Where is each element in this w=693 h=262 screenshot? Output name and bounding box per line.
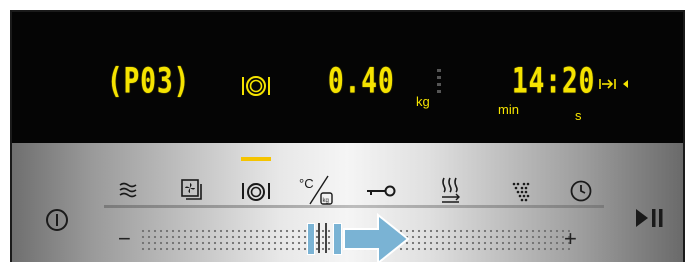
control-strip: °C kg − + — [12, 143, 683, 262]
panel-frame: (P03) 0.40 kg 14:20 min s °C kg − + — [10, 10, 685, 262]
weight-unit: kg — [416, 94, 430, 109]
sensor-program-icon[interactable] — [508, 179, 534, 203]
play-pause-icon — [636, 209, 663, 227]
svg-text:kg: kg — [323, 198, 329, 204]
heating-mode-icon[interactable] — [116, 179, 142, 201]
slider-marker — [333, 223, 342, 255]
power-icon — [46, 209, 68, 231]
fast-preheat-icon[interactable] — [437, 175, 465, 205]
lcd-display: (P03) 0.40 kg 14:20 min s — [12, 12, 683, 143]
level-indicator — [437, 69, 441, 101]
timer-clock-icon[interactable] — [567, 177, 595, 205]
slider-minus[interactable]: − — [118, 226, 131, 252]
oven-control-panel: (P03) 0.40 kg 14:20 min s °C kg − + — [0, 0, 693, 262]
svg-text:°C: °C — [299, 176, 314, 191]
weight-value: 0.40 — [328, 61, 395, 102]
play-pause-button[interactable] — [632, 203, 668, 233]
slider-marker — [325, 223, 327, 253]
active-indicator — [241, 157, 271, 161]
time-unit-min: min — [498, 102, 519, 117]
temperature-weight-icon[interactable]: °C kg — [297, 173, 337, 207]
slider-track-line — [104, 205, 604, 208]
swipe-arrow-icon — [342, 212, 412, 262]
dish-display-icon — [238, 70, 274, 100]
power-button[interactable] — [42, 205, 72, 235]
dish-program-icon[interactable] — [238, 177, 274, 205]
time-value: 14:20 — [512, 61, 596, 102]
fan-program-icon[interactable] — [178, 177, 206, 203]
lock-key-icon[interactable] — [364, 181, 398, 201]
slider-plus[interactable]: + — [564, 226, 577, 252]
program-code: (P03) — [107, 61, 191, 102]
end-time-icon — [597, 76, 633, 92]
slider-marker — [307, 223, 315, 255]
time-unit-s: s — [575, 108, 582, 123]
slider-marker — [318, 223, 320, 253]
